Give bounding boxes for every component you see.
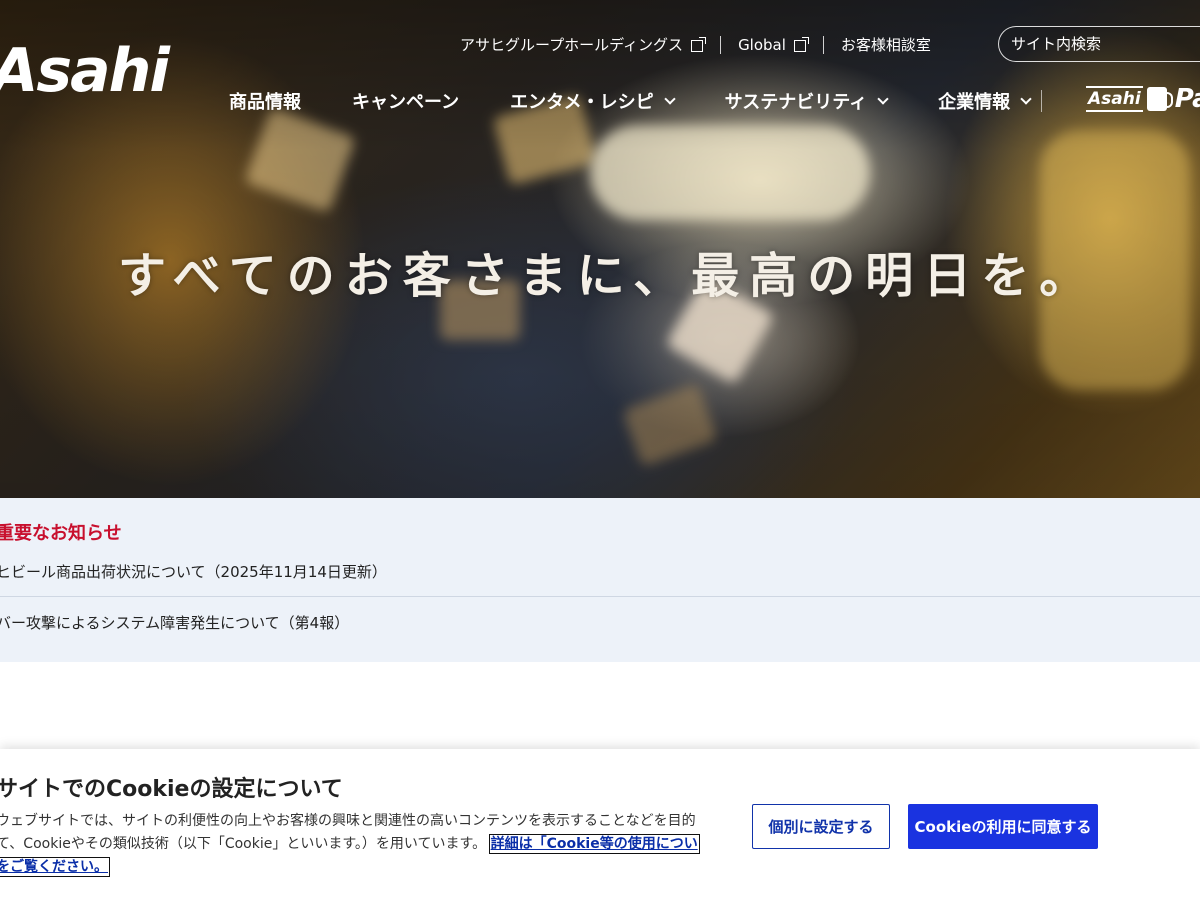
util-link-global[interactable]: Global [738, 34, 809, 56]
nav-item-label: サステナビリティ [724, 92, 868, 113]
cookie-text-line1: ウェブサイトでは、サイトの利便性の向上やお客様の興味と関連性の高いコンテンツを表… [0, 813, 696, 829]
beer-mug-icon [1146, 87, 1173, 111]
nav-item-entertainment-recipes[interactable]: エンタメ・レシピ [510, 88, 676, 114]
nav-item-campaigns[interactable]: キャンペーン [352, 88, 459, 114]
notice-item-text: ヒビール商品出荷状況について（2025年11月14日更新） [0, 563, 387, 581]
notice-item[interactable]: ヒビール商品出荷状況について（2025年11月14日更新） [0, 561, 1200, 582]
brand-small-text: Asahi [1086, 86, 1143, 112]
cookie-text-line2: て、Cookieやその類似技術（以下「Cookie」といいます。）を用いています… [0, 836, 487, 852]
cookie-policy-link-cont[interactable]: をご覧ください。 [0, 857, 110, 877]
asahi-park-banner[interactable]: Asahi Pa [1086, 84, 1200, 114]
nav-item-label: 企業情報 [938, 92, 1011, 113]
chevron-down-icon [663, 93, 676, 105]
asahi-logo[interactable]: Asahi [0, 36, 170, 106]
nav-item-label: キャンペーン [352, 92, 460, 113]
nav-item-label: エンタメ・レシピ [510, 92, 654, 113]
cookie-description: ウェブサイトでは、サイトの利便性の向上やお客様の興味と関連性の高いコンテンツを表… [0, 810, 726, 879]
util-divider [822, 35, 824, 54]
util-link-label: お客様相談室 [840, 36, 931, 54]
util-link-label: アサヒグループホールディングス [460, 36, 684, 54]
brand-big-text: Pa [1174, 84, 1200, 114]
nav-divider [1041, 90, 1043, 112]
important-notices: 重要なお知らせ ヒビール商品出荷状況について（2025年11月14日更新） バー… [0, 498, 1200, 662]
chevron-down-icon [877, 93, 889, 105]
nav-item-corporate[interactable]: 企業情報 [938, 88, 1032, 114]
cookie-policy-link[interactable]: 詳細は「Cookie等の使用につい [488, 834, 700, 854]
cookie-accept-button[interactable]: Cookieの利用に同意する [908, 804, 1098, 849]
notice-item[interactable]: バー攻撃によるシステム障害発生について（第4報） [0, 612, 1200, 633]
site-search-input[interactable] [998, 26, 1200, 62]
notices-title: 重要なお知らせ [0, 523, 122, 544]
util-link-group-holdings[interactable]: アサヒグループホールディングス [460, 32, 707, 57]
nav-item-products[interactable]: 商品情報 [229, 88, 301, 114]
util-divider [720, 35, 722, 54]
nav-item-sustainability[interactable]: サステナビリティ [724, 88, 889, 114]
external-link-icon [691, 36, 707, 52]
cookie-title: サイトでのCookieの設定について [0, 777, 343, 802]
hero-section: Asahi アサヒグループホールディングス Global お客様相談室 商品情報… [0, 0, 1200, 498]
cookie-consent-banner: サイトでのCookieの設定について ウェブサイトでは、サイトの利便性の向上やお… [0, 749, 1200, 900]
notice-divider [0, 596, 1200, 597]
util-link-label: Global [738, 35, 786, 54]
nav-item-label: 商品情報 [229, 92, 301, 113]
cookie-settings-button[interactable]: 個別に設定する [752, 804, 890, 849]
hero-tagline: すべてのお客さまに、最高の明日を。 [118, 248, 1098, 304]
notice-item-text: バー攻撃によるシステム障害発生について（第4報） [0, 614, 350, 632]
main-nav: 商品情報 キャンペーン エンタメ・レシピ サステナビリティ 企業情報 [229, 88, 1094, 114]
utility-nav: アサヒグループホールディングス Global お客様相談室 [460, 32, 931, 57]
external-link-icon [793, 36, 809, 52]
util-link-customer-support[interactable]: お客様相談室 [841, 32, 931, 57]
chevron-down-icon [1020, 93, 1032, 105]
